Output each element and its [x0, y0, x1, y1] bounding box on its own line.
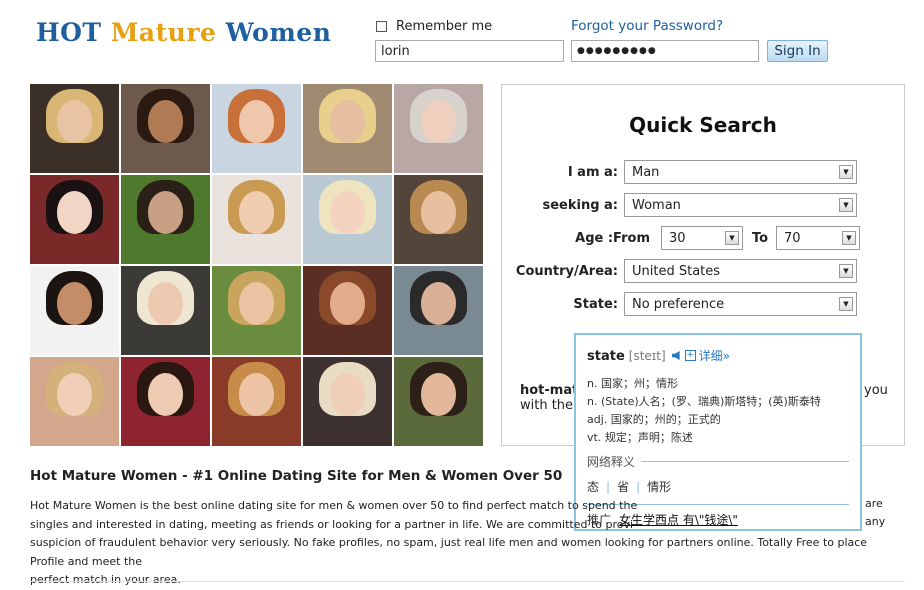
- age-from-value: 30: [669, 231, 686, 246]
- i-am-label: I am a:: [567, 165, 618, 180]
- member-photo[interactable]: [212, 175, 301, 264]
- state-value: No preference: [632, 297, 725, 312]
- member-photo[interactable]: [121, 175, 210, 264]
- member-photo[interactable]: [212, 266, 301, 355]
- i-am-select[interactable]: Man ▼: [624, 160, 857, 184]
- member-photo[interactable]: [121, 357, 210, 446]
- member-photo[interactable]: [394, 357, 483, 446]
- country-select[interactable]: United States ▼: [624, 259, 857, 283]
- dict-definitions: n. 国家；州；情形 n. (State)人名；(罗、瑞典)斯塔特；(英)斯泰特…: [587, 375, 849, 447]
- member-photo[interactable]: [30, 175, 119, 264]
- dict-web-heading: 网络释义: [587, 455, 636, 469]
- member-photo[interactable]: [121, 84, 210, 173]
- chevron-down-icon: ▼: [839, 198, 853, 212]
- description-right-fragment: are: [865, 497, 883, 510]
- logo-hot: HOT: [36, 18, 102, 47]
- age-from-label: Age :From: [575, 231, 650, 246]
- remember-me[interactable]: Remember me: [376, 19, 492, 34]
- age-to-select[interactable]: 70 ▼: [776, 226, 860, 250]
- seeking-value: Woman: [632, 198, 681, 213]
- member-photo[interactable]: [394, 266, 483, 355]
- dict-web-item[interactable]: 省: [617, 480, 629, 494]
- member-photo[interactable]: [212, 84, 301, 173]
- state-label: State:: [573, 297, 618, 312]
- country-label: Country/Area:: [515, 264, 618, 279]
- age-to-value: 70: [784, 231, 801, 246]
- dict-definition: vt. 规定；声明；陈述: [587, 431, 693, 444]
- dict-word: state: [587, 349, 625, 364]
- chevron-down-icon: ▼: [725, 231, 739, 245]
- chevron-down-icon: ▼: [839, 297, 853, 311]
- partial-text-you: you: [864, 383, 888, 398]
- separator: |: [636, 480, 641, 494]
- seeking-label: seeking a:: [542, 198, 618, 213]
- i-am-value: Man: [632, 165, 660, 180]
- dict-definition: adj. 国家的；州的；正式的: [587, 413, 721, 426]
- dict-web-item[interactable]: 情形: [647, 480, 671, 494]
- description-right-fragment: any: [865, 515, 886, 528]
- chevron-down-icon: ▼: [839, 165, 853, 179]
- age-from-select[interactable]: 30 ▼: [661, 226, 743, 250]
- member-photo[interactable]: [30, 266, 119, 355]
- remember-me-checkbox[interactable]: [376, 21, 387, 32]
- footer-divider: [30, 581, 905, 582]
- forgot-password-link[interactable]: Forgot your Password?: [571, 18, 723, 34]
- dict-definition: n. 国家；州；情形: [587, 377, 678, 390]
- separator: |: [606, 480, 611, 494]
- remember-me-label: Remember me: [396, 19, 493, 34]
- site-description: Hot Mature Women is the best online dati…: [30, 497, 900, 590]
- username-input[interactable]: lorin: [375, 40, 564, 62]
- state-select[interactable]: No preference ▼: [624, 292, 857, 316]
- member-photo[interactable]: [303, 266, 392, 355]
- member-photo-grid: [30, 84, 486, 448]
- description-line: singles and interested in dating, meetin…: [30, 517, 634, 531]
- logo-mature: Mature: [110, 18, 217, 47]
- dict-web-items: 态 | 省 | 情形: [587, 478, 849, 495]
- member-photo[interactable]: [30, 357, 119, 446]
- member-photo[interactable]: [212, 357, 301, 446]
- partial-text-with-the: with the: [520, 398, 574, 413]
- dict-definition: n. (State)人名；(罗、瑞典)斯塔特；(英)斯泰特: [587, 395, 821, 408]
- sign-in-button[interactable]: Sign In: [767, 40, 828, 62]
- chevron-down-icon: ▼: [842, 231, 856, 245]
- member-photo[interactable]: [121, 266, 210, 355]
- age-to-label: To: [752, 231, 769, 246]
- seeking-select[interactable]: Woman ▼: [624, 193, 857, 217]
- dict-phonetic: [steɪt]: [628, 349, 666, 363]
- description-line: Hot Mature Women is the best online dati…: [30, 499, 638, 512]
- speaker-icon[interactable]: [671, 351, 680, 360]
- member-photo[interactable]: [303, 84, 392, 173]
- member-photo[interactable]: [30, 84, 119, 173]
- dict-web-section-header: 网络释义: [587, 453, 849, 470]
- password-input[interactable]: ●●●●●●●●●: [571, 40, 759, 62]
- description-line: suspicion of fraudulent behavior very se…: [30, 536, 868, 568]
- logo-women: Women: [225, 18, 332, 47]
- dict-web-item[interactable]: 态: [587, 480, 599, 494]
- site-logo[interactable]: HOT Mature Women: [36, 18, 331, 47]
- dict-more-link[interactable]: 详细»: [699, 349, 730, 363]
- member-photo[interactable]: [303, 357, 392, 446]
- country-value: United States: [632, 264, 721, 279]
- chevron-down-icon: ▼: [839, 264, 853, 278]
- page-heading: Hot Mature Women - #1 Online Dating Site…: [30, 468, 563, 484]
- member-photo[interactable]: [394, 84, 483, 173]
- member-photo[interactable]: [394, 175, 483, 264]
- divider: [641, 461, 849, 462]
- member-photo[interactable]: [303, 175, 392, 264]
- quick-search-title: Quick Search: [629, 113, 777, 137]
- add-to-wordbook-icon[interactable]: +: [684, 350, 696, 361]
